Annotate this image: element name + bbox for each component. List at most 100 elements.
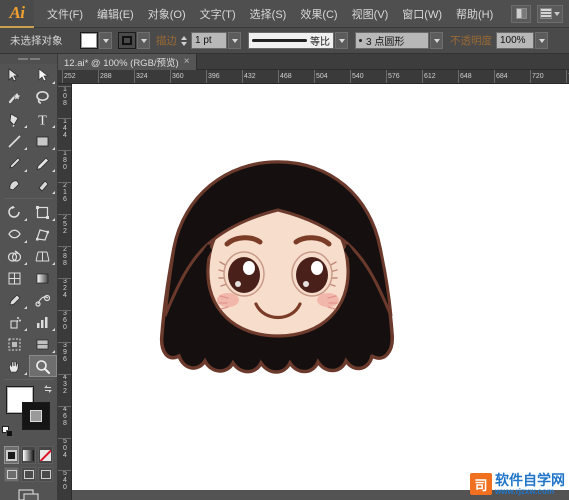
tool-group-corner-icon — [52, 328, 55, 331]
tool-group-corner-icon — [24, 218, 27, 221]
ruler-tick-v: 252 — [58, 214, 72, 235]
magic-wand-tool[interactable] — [0, 86, 29, 108]
swap-fill-stroke-icon[interactable] — [43, 384, 53, 394]
type-tool[interactable]: T — [29, 108, 58, 130]
tool-group-corner-icon — [52, 262, 55, 265]
stroke-weight-input[interactable]: 1 pt — [191, 32, 227, 49]
workspace-switcher-button[interactable] — [537, 5, 563, 23]
line-segment-tool[interactable] — [0, 130, 29, 152]
fill-swatch-dropdown[interactable] — [99, 32, 112, 49]
gradient-tool[interactable] — [29, 267, 58, 289]
stroke-weight-dropdown[interactable] — [228, 32, 241, 49]
artwork-cartoon-girl[interactable] — [148, 156, 408, 401]
fill-color-swatch[interactable] — [80, 32, 98, 49]
arrange-documents-button[interactable] — [511, 5, 531, 23]
variable-width-profile-select[interactable]: 等比 — [248, 32, 334, 49]
brush-dot-icon — [359, 39, 362, 42]
tool-group-corner-icon — [52, 147, 55, 150]
gradient-mode-button[interactable] — [21, 446, 36, 464]
zoom-tool[interactable] — [29, 355, 58, 377]
tools-panel-grip[interactable] — [0, 54, 57, 64]
ruler-tick-v: 288 — [58, 246, 72, 267]
tool-group-corner-icon — [24, 169, 27, 172]
pencil-tool[interactable] — [29, 152, 58, 174]
menu-type[interactable]: 文字(T) — [193, 2, 243, 26]
stroke-square-icon — [122, 36, 132, 45]
document-tab-title: 12.ai* @ 100% (RGB/预览) — [64, 55, 179, 69]
ruler-tick-h: 252 — [62, 70, 76, 84]
tool-group-corner-icon — [24, 125, 27, 128]
width-tool[interactable] — [0, 223, 29, 245]
opacity-input[interactable]: 100% — [496, 32, 534, 49]
gradient-swatch-icon — [23, 450, 34, 461]
stroke-inner-icon — [30, 410, 42, 422]
column-graph-tool[interactable] — [29, 311, 58, 333]
shape-builder-tool[interactable] — [0, 245, 29, 267]
color-mode-button[interactable] — [4, 446, 19, 464]
tool-group-corner-icon — [24, 147, 27, 150]
fullscreen-menubar-mode[interactable] — [21, 467, 36, 482]
width-profile-dropdown[interactable] — [335, 32, 348, 49]
selection-status-label: 未选择对象 — [4, 33, 80, 48]
horizontal-ruler[interactable]: 2522883243603964324685045405766126486847… — [58, 70, 569, 84]
brush-definition-select[interactable]: 3 点圆形 — [355, 32, 429, 49]
free-transform-tool[interactable] — [29, 223, 58, 245]
brush-definition-dropdown[interactable] — [430, 32, 443, 49]
pen-tool[interactable] — [0, 108, 29, 130]
selection-tool[interactable] — [0, 64, 29, 86]
default-fill-stroke-icon[interactable] — [2, 426, 14, 438]
perspective-grid-tool[interactable] — [29, 245, 58, 267]
menu-edit[interactable]: 编辑(E) — [90, 2, 141, 26]
close-icon[interactable]: × — [184, 56, 190, 67]
fullscreen-mode[interactable] — [38, 467, 53, 482]
menu-view[interactable]: 视图(V) — [345, 2, 396, 26]
eraser-tool[interactable] — [29, 174, 58, 196]
none-mode-button[interactable] — [38, 446, 53, 464]
canvas-artboard[interactable] — [72, 84, 569, 490]
normal-screen-mode[interactable] — [4, 467, 19, 482]
menu-items: 文件(F) 编辑(E) 对象(O) 文字(T) 选择(S) 效果(C) 视图(V… — [40, 2, 500, 26]
hand-tool[interactable] — [0, 355, 29, 377]
solid-color-icon — [6, 450, 17, 461]
rotate-tool[interactable] — [0, 201, 29, 223]
ruler-tick-v: 108 — [58, 86, 72, 107]
menu-select[interactable]: 选择(S) — [243, 2, 294, 26]
ruler-tick-h: 396 — [206, 70, 220, 84]
stroke-swatch-dropdown[interactable] — [137, 32, 150, 49]
menu-object[interactable]: 对象(O) — [141, 2, 193, 26]
stroke-color-swatch[interactable] — [118, 32, 136, 49]
ruler-tick-v: 324 — [58, 278, 72, 299]
opacity-dropdown[interactable] — [535, 32, 548, 49]
ruler-tick-h: 540 — [350, 70, 364, 84]
mesh-tool[interactable] — [0, 267, 29, 289]
scale-tool[interactable] — [29, 201, 58, 223]
menu-help[interactable]: 帮助(H) — [449, 2, 500, 26]
symbol-sprayer-tool[interactable] — [0, 311, 29, 333]
rectangle-tool[interactable] — [29, 130, 58, 152]
menu-window[interactable]: 窗口(W) — [395, 2, 449, 26]
stroke-color-box[interactable] — [22, 402, 50, 430]
direct-selection-tool[interactable] — [29, 64, 58, 86]
tool-group-corner-icon — [52, 81, 55, 84]
app-logo-icon: Ai — [0, 0, 34, 28]
screen-menubar-icon — [24, 470, 34, 479]
menu-file[interactable]: 文件(F) — [40, 2, 90, 26]
change-screen-mode-icon — [17, 488, 41, 500]
tool-group-corner-icon — [52, 350, 55, 353]
menu-bar-right — [511, 5, 569, 23]
slice-tool[interactable] — [29, 333, 58, 355]
ruler-tick-h: 468 — [278, 70, 292, 84]
chevron-down-icon — [554, 12, 560, 16]
artboard-tool[interactable] — [0, 333, 29, 355]
blob-brush-tool[interactable] — [0, 174, 29, 196]
lasso-tool[interactable] — [29, 86, 58, 108]
menu-effect[interactable]: 效果(C) — [293, 2, 344, 26]
eye-left — [228, 257, 260, 293]
change-screen-mode-button[interactable] — [0, 482, 57, 500]
vertical-ruler[interactable]: 108144180216252288324360396432468504540 — [58, 84, 72, 500]
eyedropper-tool[interactable] — [0, 289, 29, 311]
paintbrush-tool[interactable] — [0, 152, 29, 174]
blend-tool[interactable] — [29, 289, 58, 311]
document-tab[interactable]: 12.ai* @ 100% (RGB/预览) × — [58, 54, 197, 70]
stroke-weight-stepper[interactable] — [181, 32, 190, 49]
